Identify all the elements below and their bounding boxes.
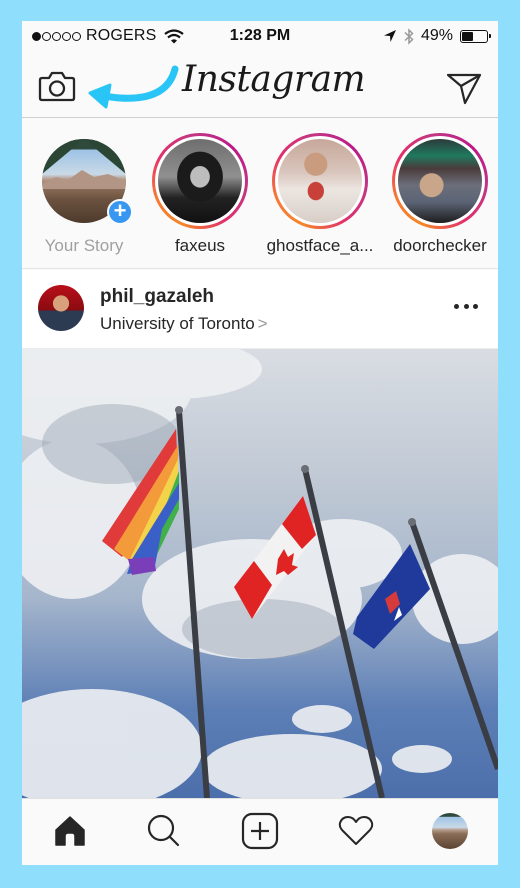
wifi-icon xyxy=(163,28,184,43)
annotation-arrow-icon xyxy=(88,65,179,109)
post-location-text: University of Toronto xyxy=(100,314,255,333)
tab-profile[interactable] xyxy=(430,811,470,851)
signal-dot xyxy=(52,31,61,41)
add-story-badge[interactable]: + xyxy=(107,199,133,225)
tab-search[interactable] xyxy=(144,811,184,851)
tab-activity[interactable] xyxy=(336,811,376,851)
more-dot xyxy=(473,303,478,309)
signal-dot xyxy=(42,31,51,41)
more-options-button[interactable] xyxy=(454,300,478,312)
search-icon xyxy=(147,814,180,847)
carrier-name: ROGERS xyxy=(86,27,157,44)
battery-tip xyxy=(488,34,491,38)
story-ring xyxy=(272,133,368,229)
post-username[interactable]: phil_gazaleh xyxy=(100,286,214,308)
story-faxeus[interactable]: faxeus xyxy=(140,133,260,256)
home-icon xyxy=(55,816,85,846)
story-ring-inner xyxy=(275,136,365,226)
heart-icon xyxy=(338,816,374,845)
signal-dot xyxy=(72,31,81,41)
post-header: phil_gazaleh University of Toronto > xyxy=(22,270,498,349)
story-ring xyxy=(392,133,488,229)
camera-icon xyxy=(38,71,76,102)
status-left: ROGERS xyxy=(32,27,184,45)
status-bar: ROGERS 1:28 PM 49% xyxy=(22,21,498,55)
post-location[interactable]: University of Toronto > xyxy=(100,314,268,334)
story-ghostface[interactable]: ghostface_a... xyxy=(260,133,380,256)
story-label: doorchecker xyxy=(393,236,487,255)
story-ring xyxy=(152,133,248,229)
direct-message-button[interactable] xyxy=(444,67,484,107)
phone-screen: ROGERS 1:28 PM 49% Instagram + Your Stor… xyxy=(22,21,498,865)
add-post-icon xyxy=(241,812,279,850)
status-right: 49% xyxy=(383,27,491,45)
camera-button[interactable] xyxy=(38,69,76,103)
stories-tray: + Your Story faxeus ghostface_a... doorc… xyxy=(22,119,498,269)
tab-new-post[interactable] xyxy=(240,811,280,851)
story-doorchecker[interactable]: doorchecker xyxy=(380,133,498,256)
flags-photo xyxy=(22,349,498,798)
battery-fill xyxy=(462,31,474,41)
direct-message-icon xyxy=(446,73,482,105)
bluetooth-icon xyxy=(404,27,414,45)
location-arrow-icon xyxy=(383,30,396,42)
profile-avatar xyxy=(432,813,468,849)
story-label: Your Story xyxy=(44,236,124,255)
signal-strength-icon xyxy=(32,31,81,41)
story-ring-inner xyxy=(155,136,245,226)
story-ring-inner xyxy=(395,136,485,226)
plus-icon: + xyxy=(113,198,127,223)
post-author-avatar[interactable] xyxy=(38,285,84,331)
chevron-right-icon: > xyxy=(257,314,268,333)
tab-home[interactable] xyxy=(50,811,90,851)
story-your-story[interactable]: + Your Story xyxy=(24,133,144,256)
post-photo[interactable] xyxy=(22,349,498,798)
more-dot xyxy=(463,303,469,309)
signal-dot xyxy=(62,31,71,41)
signal-dot xyxy=(32,31,41,41)
story-avatar xyxy=(158,139,242,223)
more-dot xyxy=(454,303,459,309)
battery-percent: 49% xyxy=(420,27,453,44)
bottom-tab-bar xyxy=(22,798,498,865)
story-avatar xyxy=(398,139,482,223)
story-label: ghostface_a... xyxy=(266,236,374,255)
battery-icon xyxy=(460,29,491,43)
story-avatar xyxy=(278,139,362,223)
top-nav-bar: Instagram xyxy=(22,55,498,118)
story-label: faxeus xyxy=(174,236,226,255)
status-time: 1:28 PM xyxy=(229,27,291,44)
instagram-logo: Instagram xyxy=(182,59,366,100)
